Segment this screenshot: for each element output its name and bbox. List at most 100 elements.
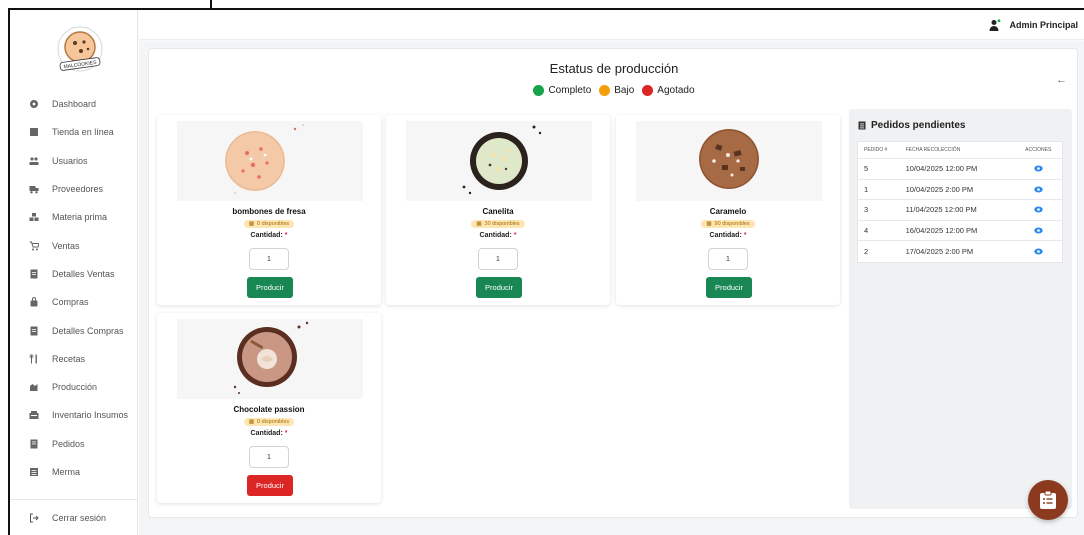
sidebar-item-usuarios[interactable]: Usuarios bbox=[10, 147, 138, 175]
sidebar-item-materia-prima[interactable]: Materia prima bbox=[10, 203, 138, 231]
box-icon: ▩ bbox=[248, 419, 255, 425]
produce-button[interactable]: Producir bbox=[247, 475, 293, 496]
file-icon bbox=[26, 325, 42, 337]
quantity-input[interactable] bbox=[249, 446, 289, 468]
produce-button[interactable]: Producir bbox=[247, 277, 293, 298]
user-menu[interactable]: Admin Principal bbox=[989, 19, 1078, 31]
column-header: ACCIONES bbox=[1025, 147, 1052, 153]
user-name: Admin Principal bbox=[1009, 20, 1078, 30]
box-icon: ▩ bbox=[706, 221, 712, 227]
pending-orders-title: Pedidos pendientes bbox=[858, 120, 965, 131]
sidebar-item-merma[interactable]: Merma bbox=[10, 458, 138, 486]
sidebar-item-label: Proveedores bbox=[52, 184, 104, 195]
sidebar-item-label: Recetas bbox=[52, 353, 86, 364]
order-id: 4 bbox=[864, 226, 869, 236]
legend-label: Agotado bbox=[657, 85, 695, 96]
sidebar-item-label: Inventario Insumos bbox=[52, 410, 129, 421]
order-id: 2 bbox=[864, 247, 869, 257]
sidebar-item-proveedores[interactable]: Proveedores bbox=[10, 175, 138, 203]
view-icon[interactable] bbox=[1014, 227, 1062, 234]
product-name: Chocolate passion bbox=[233, 405, 305, 414]
pending-orders-title-text: Pedidos pendientes bbox=[871, 120, 966, 131]
sidebar-item-label: Usuarios bbox=[52, 155, 88, 166]
sidebar-item-recetas[interactable]: Recetas bbox=[10, 345, 138, 373]
pickup-date: 10/04/2025 12:00 PM bbox=[905, 164, 978, 174]
sidebar-item-pedidos[interactable]: Pedidos bbox=[10, 430, 138, 458]
stock-text: 0 disponibles bbox=[257, 419, 290, 425]
sidebar-item-label: Compras bbox=[52, 297, 89, 308]
view-icon[interactable] bbox=[1014, 206, 1062, 213]
sidebar-item-label: Detalles Compras bbox=[52, 325, 124, 336]
view-icon[interactable] bbox=[1014, 248, 1062, 255]
legend-complete: Completo bbox=[533, 85, 591, 96]
file-icon bbox=[26, 268, 42, 280]
cart-icon bbox=[26, 240, 42, 252]
column-header: PEDIDO # bbox=[864, 147, 888, 153]
sidebar-item-compras[interactable]: Compras bbox=[10, 288, 138, 316]
orders-icon bbox=[26, 438, 42, 450]
order-id: 1 bbox=[864, 184, 869, 194]
produce-button[interactable]: Producir bbox=[706, 277, 752, 298]
quantity-input[interactable] bbox=[249, 248, 289, 270]
users-icon bbox=[26, 155, 42, 167]
table-row: 1 10/04/2025 2:00 PM bbox=[858, 180, 1062, 201]
product-image bbox=[406, 121, 592, 201]
sidebar-item-detalles-ventas[interactable]: Detalles Ventas bbox=[10, 260, 138, 288]
logout-button[interactable]: Cerrar sesión bbox=[10, 499, 138, 535]
sidebar-nav: Dashboard Tienda en línea Usuarios Proveedo… bbox=[10, 90, 138, 486]
sidebar-item-label: Materia prima bbox=[52, 212, 108, 223]
back-arrow-icon[interactable]: ← bbox=[1056, 74, 1067, 86]
sidebar-item-label: Merma bbox=[52, 467, 81, 477]
logout-icon bbox=[26, 512, 42, 524]
pickup-date: 16/04/2025 12:00 PM bbox=[905, 226, 978, 236]
view-icon[interactable] bbox=[1014, 186, 1062, 193]
column-header: FECHA RECOLECCIÓN bbox=[905, 147, 961, 153]
sidebar-item-inventario-insumos[interactable]: Inventario Insumos bbox=[10, 401, 138, 429]
inventory-icon bbox=[26, 409, 42, 421]
quantity-label: Cantidad: * bbox=[479, 232, 517, 239]
sidebar-item-produccion[interactable]: Producción bbox=[10, 373, 138, 401]
stock-badge: ▩ 30 disponibles bbox=[386, 220, 610, 228]
truck-icon bbox=[26, 183, 42, 195]
product-card: Caramelo ▩90 disponibles Cantidad: * Pro… bbox=[616, 115, 840, 305]
legend-label: Completo bbox=[548, 85, 592, 96]
stock-badge: ▩ 0 disponibles bbox=[157, 418, 381, 426]
product-card: Canelita ▩30 disponibles Cantidad: * Pro… bbox=[386, 115, 610, 305]
product-card: bombones de fresa ▩ 0 disponibles Cantida… bbox=[157, 115, 381, 305]
list-icon bbox=[26, 466, 42, 478]
pickup-date: 10/04/2025 2:00 PM bbox=[905, 184, 974, 194]
product-name: Canelita bbox=[482, 207, 514, 216]
pending-orders-table: PEDIDO # FECHA RECOLECCIÓN ACCIONES 5 10… bbox=[857, 141, 1063, 263]
pickup-date: 11/04/2025 12:00 PM bbox=[905, 205, 977, 215]
quantity-input[interactable] bbox=[478, 248, 518, 270]
sidebar-item-dashboard[interactable]: Dashboard bbox=[10, 90, 138, 118]
produce-button[interactable]: Producir bbox=[476, 277, 522, 298]
pickup-date: 17/04/2025 2:00 PM bbox=[905, 247, 974, 257]
stock-text: 90 disponibles bbox=[714, 221, 750, 227]
view-icon[interactable] bbox=[1014, 165, 1062, 172]
out-of-stock-dot-icon bbox=[642, 85, 654, 96]
production-icon bbox=[26, 381, 42, 393]
table-row: 3 11/04/2025 12:00 PM bbox=[858, 200, 1062, 221]
clipboard-icon bbox=[858, 121, 866, 130]
stock-badge: ▩ 0 disponibles bbox=[157, 220, 381, 228]
frame-tick bbox=[210, 0, 212, 9]
box-icon: ▩ bbox=[476, 221, 482, 227]
clipboard-list-icon bbox=[1040, 490, 1056, 509]
sidebar-item-tienda-en-linea[interactable]: Tienda en línea bbox=[10, 118, 138, 146]
order-id: 5 bbox=[864, 164, 869, 174]
stock-text: 30 disponibles bbox=[484, 221, 520, 227]
utensils-icon bbox=[26, 353, 42, 365]
complete-dot-icon bbox=[533, 85, 545, 96]
table-header: PEDIDO # FECHA RECOLECCIÓN ACCIONES bbox=[858, 142, 1062, 159]
product-image bbox=[636, 121, 822, 201]
clipboard-fab-button[interactable] bbox=[1028, 480, 1068, 520]
product-name: Caramelo bbox=[709, 207, 747, 216]
sidebar-item-ventas[interactable]: Ventas bbox=[10, 231, 138, 259]
boxes-icon bbox=[26, 211, 42, 223]
quantity-input[interactable] bbox=[708, 248, 748, 270]
sidebar-item-detalles-compras[interactable]: Detalles Compras bbox=[10, 316, 138, 344]
legend-out-of-stock: Agotado bbox=[642, 85, 695, 96]
user-icon bbox=[989, 19, 1001, 31]
logo[interactable]: MALCOOKIES bbox=[48, 22, 112, 78]
